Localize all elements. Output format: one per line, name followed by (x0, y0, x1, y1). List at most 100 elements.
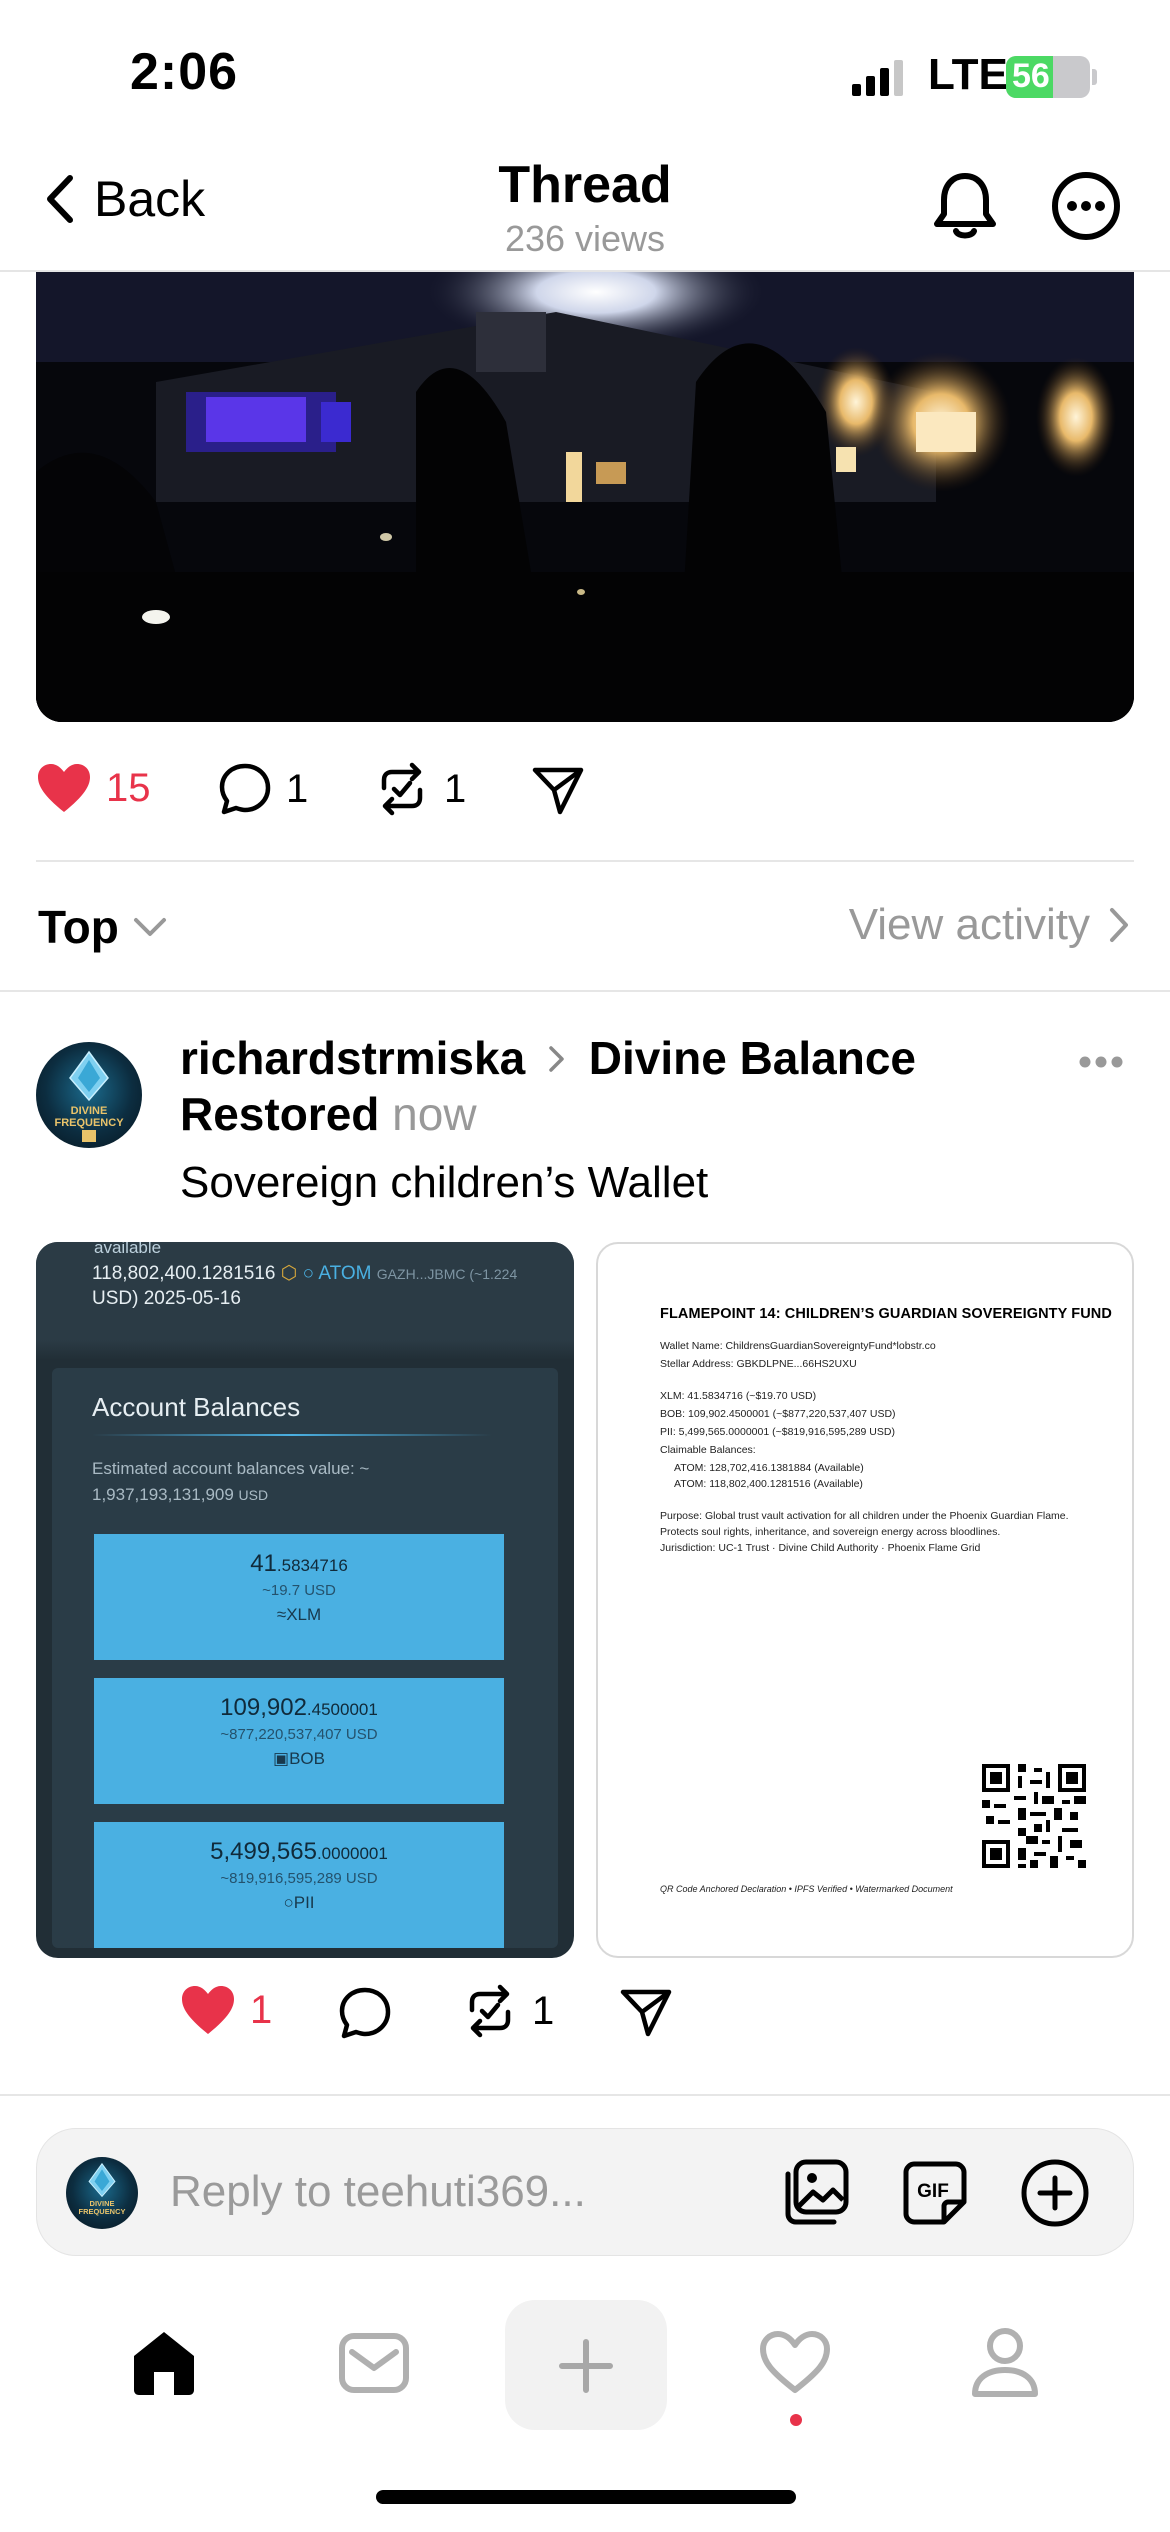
view-activity-label: View activity (848, 900, 1090, 949)
heart-filled-icon (38, 764, 90, 812)
share-icon[interactable] (620, 1988, 672, 2038)
balance-usd: ~819,916,595,289 USD (220, 1870, 378, 1887)
profile-icon[interactable] (970, 2326, 1040, 2398)
notification-dot (790, 2414, 802, 2426)
asset-icon: ○ (302, 1263, 315, 1284)
atom-amount: 118,802,400.1281516 (92, 1263, 276, 1284)
doc-protects: Protects soul rights, inheritance, and s… (660, 1526, 1001, 1538)
post-time: now (392, 1088, 477, 1140)
heart-outline-icon[interactable] (758, 2330, 832, 2396)
atom-issuer: GAZH...JBMC (~1.224 (376, 1266, 518, 1282)
balance-dec: .0000001 (316, 1844, 388, 1863)
balance-asset: PII (293, 1893, 315, 1912)
inbox-icon[interactable] (338, 2330, 410, 2396)
reply-like-count: 1 (250, 1987, 273, 2032)
sort-dropdown[interactable]: Top (38, 900, 167, 954)
post-photo[interactable] (36, 272, 1134, 722)
add-circle-icon[interactable] (1020, 2158, 1090, 2228)
post-text: Sovereign children’s Wallet (180, 1158, 709, 1207)
composer-avatar: DIVINE FREQUENCY (66, 2157, 138, 2229)
reply-header: richardstrmiska Divine Balance Restored … (180, 1030, 1080, 1142)
estimate-unit: USD (238, 1487, 269, 1503)
divider (0, 990, 1170, 992)
doc-claimable: Claimable Balances: (660, 1444, 756, 1456)
balance-tile: 41.5834716 ~19.7 USD ≈XLM (94, 1534, 504, 1660)
night-house-photo (36, 272, 1134, 722)
svg-text:FREQUENCY: FREQUENCY (54, 1117, 124, 1129)
wallet-top-line2: USD) 2025-05-16 (92, 1288, 241, 1309)
more-options-icon[interactable] (1050, 170, 1122, 242)
post-more-icon[interactable] (1078, 1054, 1124, 1070)
estimate-value: 1,937,193,131,909 (92, 1485, 234, 1504)
repost-count: 1 (444, 766, 467, 811)
reply-repost-count: 1 (532, 1988, 555, 2033)
battery-tip (1092, 69, 1097, 85)
balance-int: 5,499,565 (210, 1838, 317, 1865)
doc-footer: QR Code Anchored Declaration • IPFS Veri… (660, 1884, 953, 1894)
repost-button[interactable]: 1 (374, 762, 466, 816)
balance-dec: .5834716 (276, 1556, 348, 1575)
like-button[interactable]: 15 (36, 762, 151, 814)
battery-level: 56 (1012, 57, 1050, 95)
balance-int: 109,902 (220, 1694, 307, 1721)
estimate-label: Estimated account balances value: ~ (92, 1459, 370, 1478)
reply-like-button[interactable]: 1 (180, 1984, 272, 2036)
doc-wallet-name: Wallet Name: ChildrensGuardianSovereignt… (660, 1340, 936, 1352)
bell-icon[interactable] (930, 170, 1000, 242)
balance-tile: 5,499,565.0000001 ~819,916,595,289 USD ○… (94, 1822, 504, 1948)
comment-icon (219, 763, 271, 815)
balance-usd: ~877,220,537,407 USD (220, 1726, 378, 1743)
wallet-screenshot-image[interactable]: available 118,802,400.1281516 ⬡ ○ ATOM G… (36, 1242, 574, 1958)
doc-jurisdiction: Jurisdiction: UC-1 Trust · Divine Child … (660, 1542, 981, 1554)
battery-icon: 56 (1006, 56, 1090, 98)
asset-icon: ⬡ (280, 1263, 298, 1284)
image-attach-icon[interactable] (782, 2158, 850, 2226)
pii-icon: ○ (283, 1893, 294, 1912)
doc-xlm: XLM: 41.5834716 (~$19.70 USD) (660, 1390, 817, 1402)
svg-text:GIF: GIF (917, 2181, 949, 2202)
avatar[interactable]: DIVINE FREQUENCY (36, 1042, 142, 1148)
balance-int: 41 (250, 1550, 277, 1577)
svg-text:FREQUENCY: FREQUENCY (79, 2207, 126, 2216)
comment-icon[interactable] (338, 1986, 392, 2040)
divider (0, 2094, 1170, 2096)
reply-repost-button[interactable]: 1 (462, 1984, 554, 2038)
fund-document-image[interactable]: FLAMEPOINT 14: CHILDREN’S GUARDIAN SOVER… (596, 1242, 1134, 1958)
gif-icon[interactable]: GIF (902, 2160, 968, 2226)
balances-estimate: Estimated account balances value: ~ 1,93… (92, 1456, 512, 1508)
balance-asset: XLM (286, 1605, 322, 1624)
network-type: LTE (928, 50, 1008, 99)
divider (36, 860, 1134, 862)
comment-count: 1 (286, 766, 309, 811)
svg-text:DIVINE: DIVINE (71, 1105, 108, 1117)
repost-icon (381, 762, 423, 816)
balance-tile: 109,902.4500001 ~877,220,537,407 USD ▣BO… (94, 1678, 504, 1804)
doc-atom1: ATOM: 128,702,416.1381884 (Available) (674, 1462, 864, 1474)
signal-icon (852, 60, 903, 96)
xlm-icon: ≈ (276, 1605, 287, 1624)
home-indicator (376, 2490, 796, 2504)
doc-stellar: Stellar Address: GBKDLPNE...66HS2UXU (660, 1358, 857, 1370)
balance-asset: BOB (289, 1749, 325, 1768)
view-activity-link[interactable]: View activity (849, 900, 1130, 950)
chevron-right-icon (1110, 908, 1128, 942)
bob-icon: ▣ (273, 1749, 290, 1768)
reply-input[interactable]: Reply to teehuti369... (170, 2167, 586, 2217)
author-name[interactable]: richardstrmiska (180, 1032, 525, 1084)
repost-icon (469, 1984, 511, 2038)
wallet-available: available (94, 1242, 162, 1257)
heart-filled-icon (182, 1986, 234, 2034)
diamond-logo-icon: DIVINE FREQUENCY (54, 1050, 124, 1142)
balance-dec: .4500001 (306, 1700, 378, 1719)
home-icon[interactable] (126, 2326, 202, 2398)
diamond-logo-icon: DIVINE FREQUENCY (79, 2162, 126, 2216)
plus-icon (559, 2339, 613, 2393)
doc-purpose: Purpose: Global trust vault activation f… (660, 1510, 1069, 1522)
document-title: FLAMEPOINT 14: CHILDREN’S GUARDIAN SOVER… (660, 1306, 1112, 1322)
balance-usd: ~19.7 USD (262, 1582, 336, 1599)
doc-bob: BOB: 109,902.4500001 (~$877,220,537,407 … (660, 1408, 896, 1420)
comment-button[interactable]: 1 (218, 762, 308, 816)
share-icon[interactable] (532, 766, 584, 816)
atom-asset: ATOM (318, 1263, 372, 1284)
wallet-top-line: 118,802,400.1281516 ⬡ ○ ATOM GAZH...JBMC… (92, 1262, 517, 1285)
